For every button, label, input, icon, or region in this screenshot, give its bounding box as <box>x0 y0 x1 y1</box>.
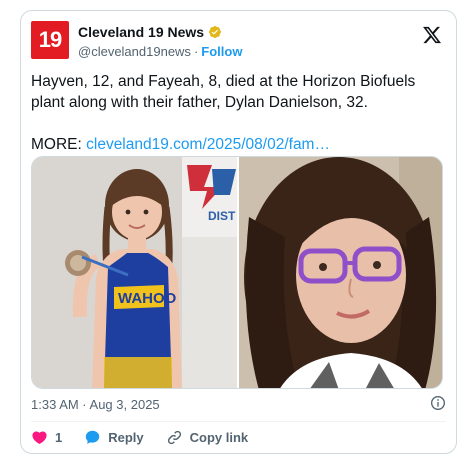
post-text: Hayven, 12, and Fayeah, 8, died at the H… <box>31 71 443 155</box>
post-actions: 1 Reply Copy link <box>31 429 270 446</box>
wrestler-photo-illustration: DIST WAHOO <box>32 157 237 388</box>
link-icon <box>167 430 181 445</box>
handle-row: @cleveland19news · Follow <box>78 44 242 59</box>
glasses-photo-illustration <box>239 157 442 388</box>
verified-badge-icon <box>209 26 222 38</box>
display-name[interactable]: Cleveland 19 News <box>78 24 204 40</box>
post-media[interactable]: DIST WAHOO <box>31 156 443 389</box>
more-label: MORE: <box>31 136 87 153</box>
account-avatar[interactable]: 19 <box>31 21 69 59</box>
follow-button[interactable]: Follow <box>201 44 242 59</box>
avatar-logo-text: 19 <box>38 27 63 52</box>
account-handle[interactable]: @cleveland19news <box>78 44 191 59</box>
reply-button[interactable]: Reply <box>84 429 144 446</box>
more-line: MORE: cleveland19.com/2025/08/02/fam… <box>31 134 443 155</box>
reply-bubble-icon <box>86 430 100 444</box>
post-timestamp[interactable]: 1:33 AM · Aug 3, 2025 <box>31 397 160 412</box>
actions-divider <box>31 421 446 422</box>
x-logo-icon[interactable] <box>422 25 442 45</box>
banner-text: DIST <box>208 209 236 223</box>
post-header: 19 Cleveland 19 News @cleveland19news · … <box>31 21 446 63</box>
reply-label: Reply <box>108 430 144 445</box>
info-icon[interactable] <box>430 395 446 411</box>
copy-link-label: Copy link <box>189 430 249 445</box>
heart-icon <box>32 431 47 444</box>
like-count: 1 <box>55 430 63 445</box>
post-body: Hayven, 12, and Fayeah, 8, died at the H… <box>31 73 416 111</box>
name-row: Cleveland 19 News <box>78 24 222 40</box>
embedded-post-card: 19 Cleveland 19 News @cleveland19news · … <box>20 10 457 454</box>
article-link[interactable]: cleveland19.com/2025/08/02/fam… <box>86 136 330 153</box>
like-button[interactable]: 1 <box>31 429 62 446</box>
separator-dot: · <box>193 44 199 59</box>
singlet-text: WAHOO <box>118 290 177 307</box>
photo-girl-wrestler[interactable]: DIST WAHOO <box>32 157 237 388</box>
photo-girl-glasses[interactable] <box>237 157 442 388</box>
copy-link-button[interactable]: Copy link <box>166 429 249 446</box>
